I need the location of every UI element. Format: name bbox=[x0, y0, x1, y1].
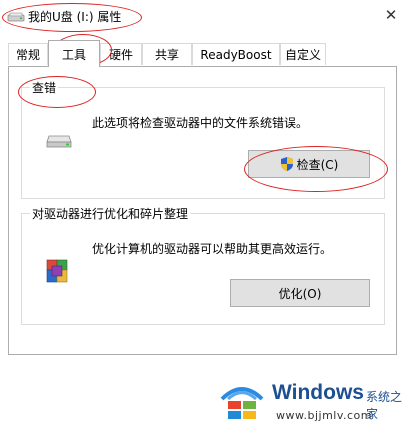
window-title: 我的U盘 (I:) 属性 bbox=[28, 10, 122, 24]
watermark-brand: Windows bbox=[272, 381, 364, 404]
defrag-icon bbox=[46, 259, 68, 283]
tab-label: 工具 bbox=[61, 47, 86, 62]
tab-label: 常规 bbox=[15, 48, 40, 62]
check-button-label: 检查(C) bbox=[296, 157, 339, 172]
optimize-button[interactable]: 优化(O) bbox=[230, 279, 370, 307]
tab-label: 共享 bbox=[154, 48, 179, 62]
watermark: Windows 系统之家 www.bjjmlv.com bbox=[218, 375, 409, 429]
tab-tools[interactable]: 工具 bbox=[48, 40, 100, 67]
group-title: 查错 bbox=[30, 79, 59, 96]
tab-general[interactable]: 常规 bbox=[8, 43, 48, 65]
optimize-description: 优化计算机的驱动器可以帮助其更高效运行。 bbox=[92, 242, 333, 256]
windows-logo-icon bbox=[220, 387, 264, 419]
title-bar: 我的U盘 (I:) 属性 ✕ bbox=[0, 0, 409, 34]
tab-label: 硬件 bbox=[108, 48, 133, 62]
check-button[interactable]: 检查(C) bbox=[248, 150, 370, 178]
error-check-group: 查错 此选项将检查驱动器中的文件系统错误。 检查(C) bbox=[21, 79, 385, 199]
tab-strip: 常规 工具 硬件 共享 ReadyBoost 自定义 bbox=[0, 40, 409, 67]
tab-customize[interactable]: 自定义 bbox=[280, 43, 326, 65]
tools-panel: 查错 此选项将检查驱动器中的文件系统错误。 检查(C) 对驱动器进行优化和碎片整… bbox=[8, 66, 397, 355]
tab-label: 自定义 bbox=[284, 48, 321, 62]
tab-label: ReadyBoost bbox=[200, 47, 272, 62]
optimize-button-label: 优化(O) bbox=[278, 286, 322, 301]
shield-icon bbox=[280, 157, 293, 171]
watermark-url: www.bjjmlv.com bbox=[276, 409, 372, 422]
tab-sharing[interactable]: 共享 bbox=[142, 43, 192, 65]
watermark-site-name: 系统之家 bbox=[366, 390, 403, 421]
optimize-group: 对驱动器进行优化和碎片整理 优化计算机的驱动器可以帮助其更高效运行。 优化(O) bbox=[21, 205, 385, 325]
group-title: 对驱动器进行优化和碎片整理 bbox=[30, 205, 191, 222]
drive-icon bbox=[7, 12, 25, 22]
close-icon: ✕ bbox=[384, 6, 398, 24]
error-check-description: 此选项将检查驱动器中的文件系统错误。 bbox=[92, 116, 309, 130]
drive-icon bbox=[46, 135, 72, 148]
tab-readyboost[interactable]: ReadyBoost bbox=[192, 43, 280, 65]
tab-hardware[interactable]: 硬件 bbox=[100, 43, 142, 65]
close-button[interactable]: ✕ bbox=[373, 0, 409, 30]
